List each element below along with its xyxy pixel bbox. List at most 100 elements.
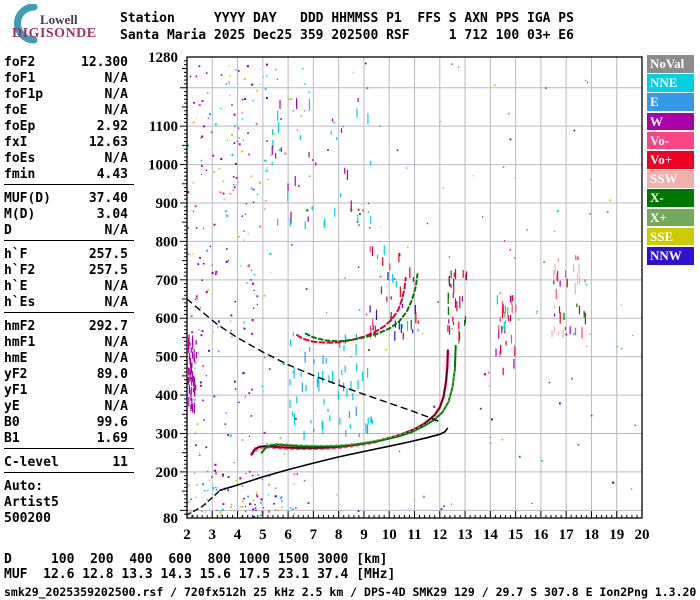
param-value: 1.69	[96, 431, 128, 446]
legend-item-Vo+: Vo+	[647, 151, 694, 169]
param-row-hmE: hmE N/A	[4, 351, 128, 366]
second-hop-O-trace	[296, 276, 407, 344]
x-axis-label: 17	[559, 527, 575, 543]
y-axis-label: 300	[156, 426, 179, 442]
param-label: M(D)	[4, 207, 36, 222]
param-row-hmF2: hmF2 292.7	[4, 319, 128, 334]
axis-ticks	[180, 60, 643, 518]
param-row-h`F: h`F 257.5	[4, 247, 128, 262]
traces	[187, 273, 457, 516]
auto-line: Auto:	[4, 479, 44, 494]
F2-X-mode-trace	[260, 344, 457, 454]
header-line-1: Station YYYY DAY DDD HHMMSS P1 FFS S AXN…	[120, 11, 574, 26]
x-axis-label: 8	[335, 527, 343, 543]
param-label: C-level	[4, 455, 59, 470]
x-axis-label: 16	[533, 527, 549, 543]
param-value: N/A	[104, 351, 128, 366]
legend-item-E: E	[647, 93, 694, 111]
param-row-foEp: foEp 2.92	[4, 119, 128, 134]
legend-item-SSE: SSE	[647, 227, 694, 246]
legend-item-X+: X+	[647, 208, 694, 227]
legend-item-W: W	[647, 112, 694, 131]
param-row-foE: foE N/A	[4, 103, 128, 118]
footer-distance-line: D 100 200 400 600 800 1000 1500 3000 [km…	[4, 552, 388, 567]
y-axis-label: 1000	[148, 158, 178, 174]
param-row-foF1: foF1 N/A	[4, 71, 128, 86]
param-row-h`E: h`E N/A	[4, 279, 128, 294]
param-value: 4.43	[96, 167, 128, 182]
param-label: foEs	[4, 151, 36, 166]
param-label: MUF(D)	[4, 191, 51, 206]
F2-O-mode-pink-edge	[250, 442, 378, 457]
param-label: hmE	[4, 351, 28, 366]
param-label: h`E	[4, 279, 28, 294]
param-row-M(D): M(D) 3.04	[4, 207, 128, 222]
x-axis-label: 20	[635, 527, 650, 543]
param-value: N/A	[104, 295, 128, 310]
auto-line: 500200	[4, 511, 51, 526]
param-value: 257.5	[88, 263, 128, 278]
param-value: 2.92	[96, 119, 128, 134]
y-axis-label: 1280	[148, 50, 178, 66]
param-value: 99.6	[96, 415, 128, 430]
logo-digisonde-text: DIGISONDE	[12, 26, 97, 41]
param-value: N/A	[104, 151, 128, 166]
y-axis-label: 900	[156, 196, 179, 212]
legend-item-NNE: NNE	[647, 74, 694, 92]
param-divider	[4, 240, 134, 241]
y-axis-label: 800	[156, 234, 179, 250]
legend-item-NNW: NNW	[647, 247, 694, 265]
param-divider	[4, 472, 134, 473]
plot-border	[186, 56, 643, 519]
profile-extrapolated-low	[187, 489, 221, 516]
param-value: 12.63	[88, 135, 128, 150]
param-label: hmF2	[4, 319, 36, 334]
legend-item-Vo-: Vo-	[647, 131, 694, 150]
x-axis-label: 12	[432, 527, 447, 543]
param-divider	[4, 184, 134, 185]
x-axis-label: 15	[508, 527, 523, 543]
F2-X-mode-light	[269, 367, 456, 446]
param-label: B0	[4, 415, 20, 430]
echo-scatter	[187, 62, 636, 518]
param-row-B0: B0 99.6	[4, 415, 128, 430]
header-line-2: Santa Maria 2025 Dec25 359 202500 RSF 1 …	[120, 28, 574, 43]
param-row-B1: B1 1.69	[4, 431, 128, 446]
param-label: yF1	[4, 383, 28, 398]
param-row-yF2: yF2 89.0	[4, 367, 128, 382]
param-label: h`F2	[4, 263, 36, 278]
param-label: foE	[4, 103, 28, 118]
param-label: foF2	[4, 55, 36, 70]
param-label: foF1p	[4, 87, 44, 102]
param-label: hmF1	[4, 335, 36, 350]
param-label: yE	[4, 399, 20, 414]
gridlines	[187, 57, 642, 518]
ionogram-window: Lowell DIGISONDE Station YYYY DAY DDD HH…	[0, 0, 700, 600]
x-axis-label: 14	[483, 527, 499, 543]
footer-muf-line: MUF 12.6 12.8 13.3 14.3 15.6 17.5 23.1 3…	[4, 567, 396, 582]
param-value: N/A	[104, 279, 128, 294]
y-axis-label: 200	[156, 465, 179, 481]
digisonde-logo: Lowell DIGISONDE	[4, 3, 114, 44]
param-label: foF1	[4, 71, 36, 86]
param-row-foF2: foF2 12.300	[4, 55, 128, 70]
param-value: 11	[112, 455, 128, 470]
param-row-D: D N/A	[4, 223, 128, 238]
legend-item-SSW: SSW	[647, 170, 694, 188]
footer-file-line: smk29_2025359202500.rsf / 720fx512h 25 k…	[4, 585, 697, 599]
x-axis-label: 19	[609, 527, 624, 543]
param-label: foEp	[4, 119, 36, 134]
param-value: 3.04	[96, 207, 128, 222]
x-axis-label: 9	[360, 527, 368, 543]
x-axis-label: 6	[284, 527, 292, 543]
second-hop-X-trace	[304, 273, 419, 343]
y-axis-label: 600	[156, 311, 179, 327]
x-axis-label: 3	[209, 527, 217, 543]
param-label: B1	[4, 431, 20, 446]
F2-O-mode-trace	[250, 349, 450, 456]
F2-O-mode-trace-core	[251, 350, 449, 455]
param-divider	[4, 448, 134, 449]
param-value: 37.40	[88, 191, 128, 206]
param-row-fmin: fmin 4.43	[4, 167, 128, 182]
true-height-profile	[219, 427, 449, 492]
